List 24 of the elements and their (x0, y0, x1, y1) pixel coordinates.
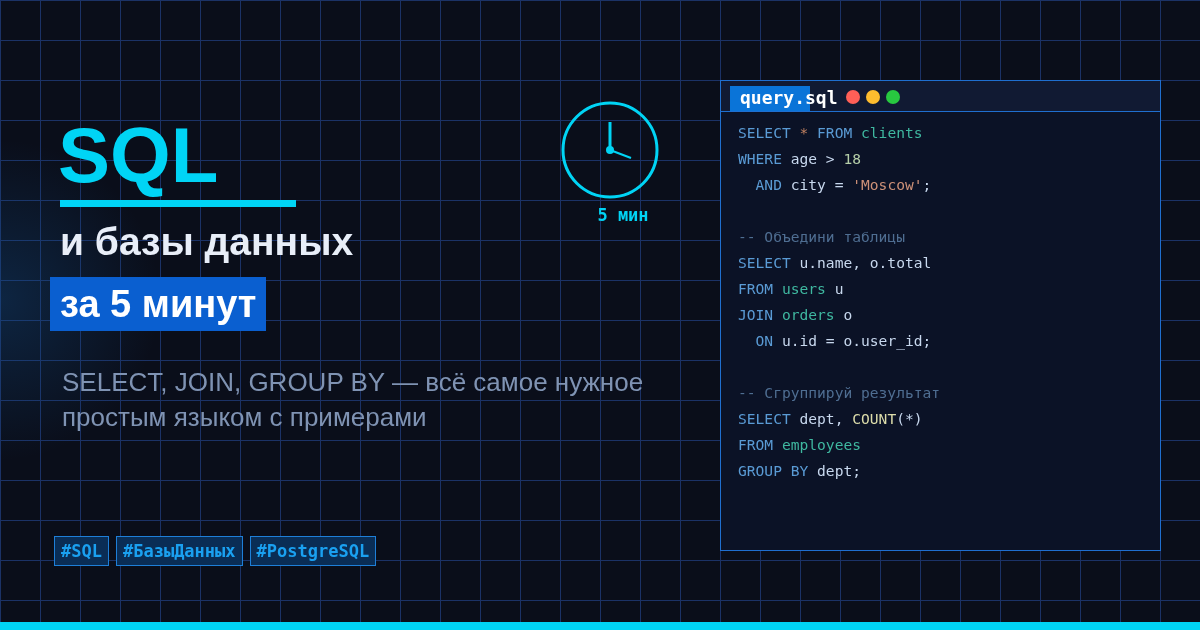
highlight-label: за 5 минут (50, 277, 267, 331)
code-line: SELECT dept, COUNT(*) (738, 409, 924, 429)
code-comment: -- Сгруппируй результат (738, 383, 942, 403)
code-line: WHERE age > 18 (738, 149, 863, 169)
code-line: FROM users u (738, 279, 845, 299)
title: SQL (58, 110, 219, 200)
code-line: ON u.id = o.user_id; (754, 331, 933, 352)
clock-icon (561, 101, 659, 199)
hashtag: #БазыДанных (115, 536, 243, 566)
duration-label: 5 мин (597, 205, 649, 225)
maximize-icon[interactable] (885, 90, 900, 104)
heading: и базы данных (60, 219, 354, 265)
minimize-icon[interactable] (865, 90, 880, 104)
code-line: FROM employees (738, 435, 863, 455)
hashtag: #PostgreSQL (249, 536, 377, 566)
close-icon[interactable] (845, 90, 860, 104)
code-line: SELECT u.name, o.total (738, 253, 933, 273)
code-line: SELECT * FROM clients (738, 123, 924, 143)
subtitle: SELECT, JOIN, GROUP BY — всё самое нужное простым языком с примерами (62, 366, 645, 434)
code-line: JOIN orders o (738, 305, 854, 325)
code-line: GROUP BY dept; (738, 461, 862, 481)
hashtag: #SQL (54, 536, 109, 566)
code-line: AND city = 'Moscow'; (754, 175, 933, 195)
code-comment: -- Объедини таблицы (738, 227, 906, 247)
